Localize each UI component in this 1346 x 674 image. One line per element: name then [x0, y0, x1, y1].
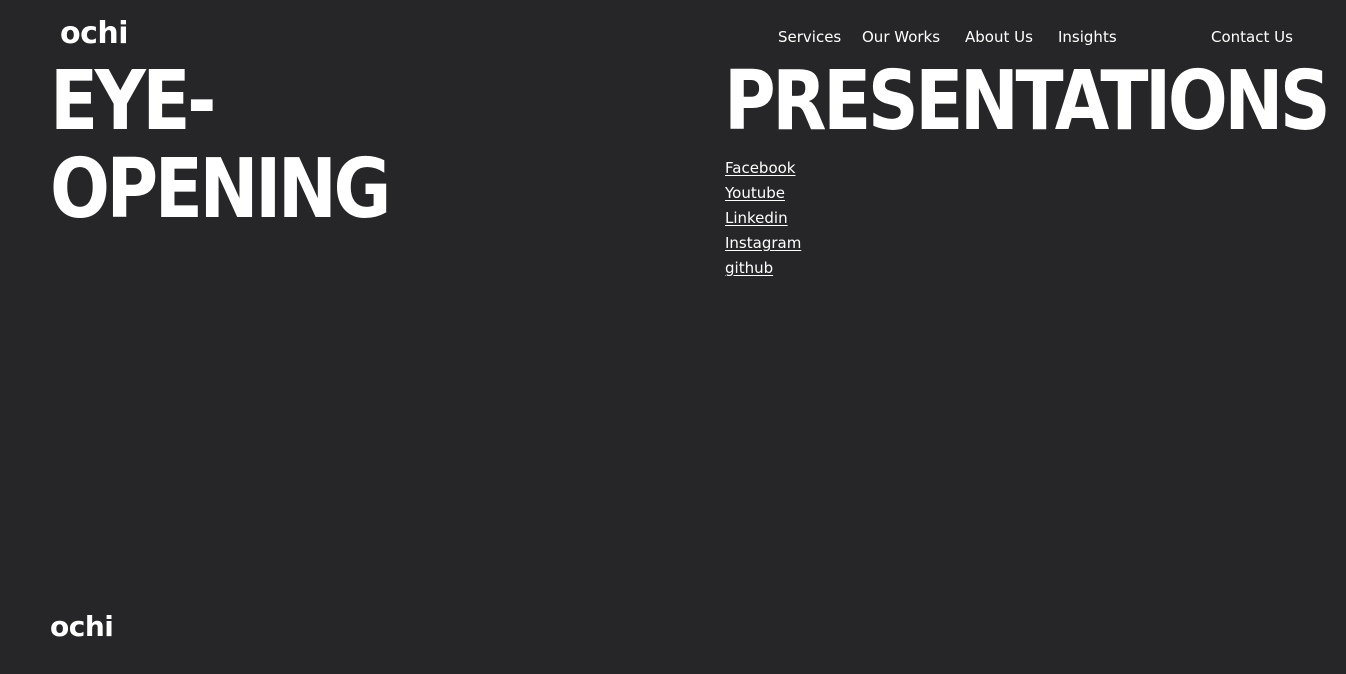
- nav-about-us-link[interactable]: About Us: [965, 28, 1033, 46]
- facebook-link[interactable]: Facebook: [725, 159, 795, 177]
- social-item: Linkedin: [725, 208, 801, 233]
- logo[interactable]: ochi: [60, 19, 129, 49]
- social-item: Facebook: [725, 158, 801, 183]
- nav-contact-us-link[interactable]: Contact Us: [1211, 28, 1293, 46]
- social-item: github: [725, 258, 801, 283]
- linkedin-link[interactable]: Linkedin: [725, 209, 788, 227]
- hero-heading-right: PRESENTATIONS: [724, 54, 1331, 149]
- footer-logo[interactable]: ochi: [50, 613, 114, 641]
- nav-our-works-link[interactable]: Our Works: [862, 28, 940, 46]
- social-item: Instagram: [725, 233, 801, 258]
- social-item: Youtube: [725, 183, 801, 208]
- github-link[interactable]: github: [725, 259, 773, 277]
- youtube-link[interactable]: Youtube: [725, 184, 785, 202]
- nav-services-link[interactable]: Services: [778, 28, 841, 46]
- nav-insights-link[interactable]: Insights: [1058, 28, 1117, 46]
- hero-heading-left: EYE- OPENING: [50, 58, 443, 234]
- hero-heading-line-2: OPENING: [50, 142, 391, 237]
- hero-heading-line-1: EYE-: [50, 54, 216, 149]
- social-links: Facebook Youtube Linkedin Instagram gith…: [725, 158, 801, 283]
- instagram-link[interactable]: Instagram: [725, 234, 801, 252]
